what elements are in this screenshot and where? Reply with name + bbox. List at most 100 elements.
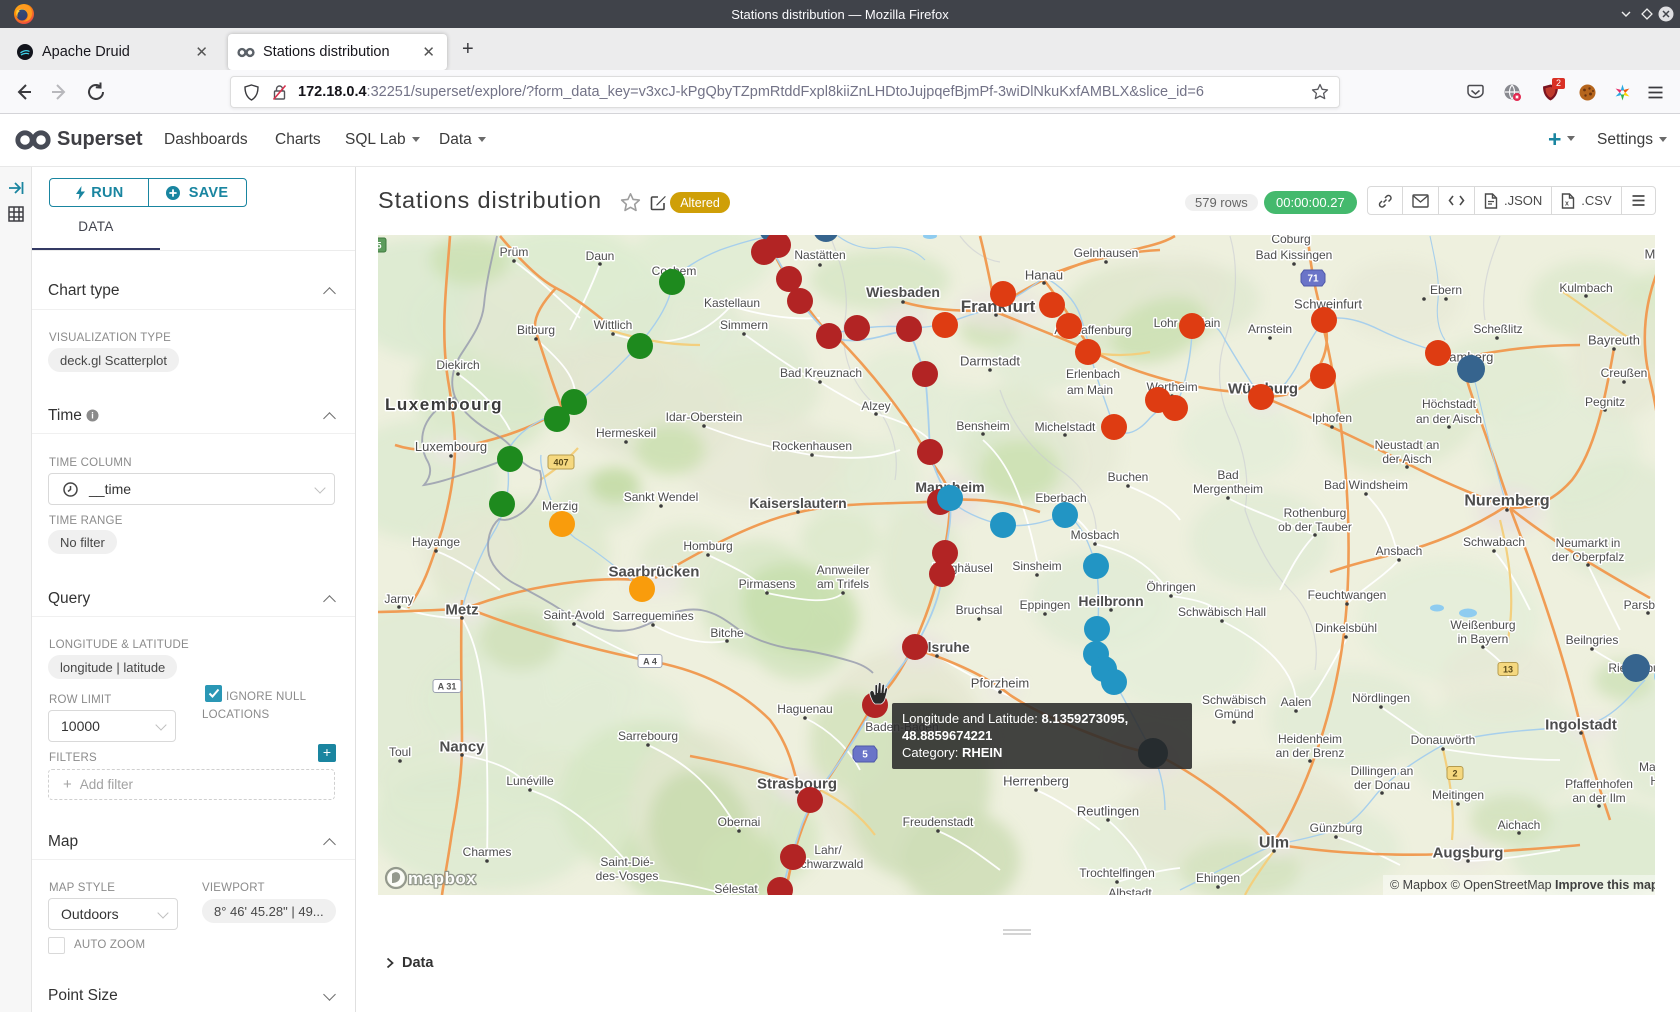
svg-text:Ulm: Ulm: [1259, 835, 1289, 852]
svg-text:Jarny: Jarny: [384, 592, 413, 606]
svg-text:Luxembourg: Luxembourg: [385, 395, 503, 414]
svg-text:Arnstein: Arnstein: [1248, 322, 1292, 336]
svg-text:Trochtelfingen: Trochtelfingen: [1079, 866, 1155, 880]
svg-text:Sélestat: Sélestat: [714, 882, 758, 895]
svg-text:Rockenhausen: Rockenhausen: [772, 439, 852, 453]
svg-text:Donauwörth: Donauwörth: [1411, 733, 1476, 747]
svg-text:an der Brenz: an der Brenz: [1276, 746, 1345, 760]
svg-text:Merzig: Merzig: [542, 499, 578, 513]
svg-text:Main: Main: [1639, 760, 1655, 774]
svg-text:Bad Kreuznach: Bad Kreuznach: [780, 366, 862, 380]
svg-text:Diekirch: Diekirch: [436, 358, 479, 372]
svg-text:Aichach: Aichach: [1498, 818, 1541, 832]
svg-text:Herrenberg: Herrenberg: [1003, 774, 1069, 789]
svg-text:407: 407: [553, 458, 568, 468]
svg-text:Bitburg: Bitburg: [517, 323, 555, 337]
svg-text:mapbox: mapbox: [408, 869, 476, 888]
svg-text:Scheßlitz: Scheßlitz: [1473, 322, 1522, 336]
svg-text:der Oberpfalz: der Oberpfalz: [1552, 550, 1625, 564]
svg-text:Rothenburg: Rothenburg: [1284, 506, 1347, 520]
svg-text:Pforzheim: Pforzheim: [971, 676, 1030, 691]
svg-text:Nördlingen: Nördlingen: [1352, 691, 1410, 705]
svg-text:Darmstadt: Darmstadt: [960, 354, 1020, 369]
svg-text:Bitche: Bitche: [710, 626, 744, 640]
svg-text:Günzburg: Günzburg: [1310, 821, 1363, 835]
svg-text:Bayreuth: Bayreuth: [1588, 333, 1640, 348]
svg-text:Idar-Oberstein: Idar-Oberstein: [666, 410, 743, 424]
svg-text:Kastellaun: Kastellaun: [704, 296, 760, 310]
svg-text:Creußen: Creußen: [1601, 366, 1648, 380]
svg-text:Ebern: Ebern: [1430, 283, 1462, 297]
svg-text:Heilbronn: Heilbronn: [1078, 593, 1143, 609]
svg-text:i: i: [91, 411, 94, 421]
svg-text:Hayange: Hayange: [412, 535, 460, 549]
svg-text:Wittlich: Wittlich: [594, 318, 633, 332]
svg-text:Coburg: Coburg: [1271, 235, 1310, 246]
svg-text:Öhringen: Öhringen: [1146, 580, 1195, 594]
svg-text:Iphofen: Iphofen: [1312, 411, 1352, 425]
svg-text:der Aisch: der Aisch: [1382, 452, 1431, 466]
svg-text:Erlenbach: Erlenbach: [1066, 367, 1120, 381]
svg-text:am Main: am Main: [1067, 383, 1113, 397]
svg-text:Dillingen an: Dillingen an: [1351, 764, 1414, 778]
svg-text:Weißenburg: Weißenburg: [1450, 618, 1515, 632]
svg-text:Nastätten: Nastätten: [794, 248, 845, 262]
svg-text:Sarreguemines: Sarreguemines: [612, 609, 693, 623]
svg-text:Nuremberg: Nuremberg: [1464, 493, 1549, 510]
svg-text:Ansbach: Ansbach: [1376, 544, 1423, 558]
svg-text:Homburg: Homburg: [683, 539, 732, 553]
svg-text:Münch: Münch: [1644, 247, 1655, 262]
svg-text:Nancy: Nancy: [439, 738, 485, 755]
svg-text:© Mapbox © OpenStreetMap Impro: © Mapbox © OpenStreetMap Improve this ma…: [1390, 878, 1655, 892]
svg-text:in Bayern: in Bayern: [1458, 632, 1509, 646]
svg-text:Luxembourg: Luxembourg: [415, 439, 487, 454]
svg-text:Pegnitz: Pegnitz: [1585, 395, 1625, 409]
svg-text:Buchen: Buchen: [1108, 470, 1149, 484]
svg-text:A 31: A 31: [438, 682, 457, 692]
svg-text:Charmes: Charmes: [463, 845, 512, 859]
svg-text:5: 5: [862, 750, 868, 761]
svg-text:Eppingen: Eppingen: [1020, 598, 1071, 612]
svg-text:Gelnhausen: Gelnhausen: [1074, 246, 1139, 260]
svg-text:13: 13: [1503, 665, 1513, 675]
svg-text:A 4: A 4: [643, 657, 657, 667]
svg-text:Feuchtwangen: Feuchtwangen: [1308, 588, 1387, 602]
svg-text:Daun: Daun: [586, 249, 615, 263]
svg-text:Schwäbisch Hall: Schwäbisch Hall: [1178, 605, 1266, 619]
svg-text:Parsberg: Parsberg: [1624, 598, 1655, 612]
svg-text:Strasbourg: Strasbourg: [757, 775, 837, 792]
svg-text:Haguenau: Haguenau: [777, 702, 832, 716]
svg-text:Gmünd: Gmünd: [1214, 707, 1253, 721]
svg-text:an der Aisch: an der Aisch: [1416, 412, 1482, 426]
svg-text:Lahr/: Lahr/: [814, 843, 842, 857]
svg-text:Höchstadt: Höchstadt: [1422, 397, 1477, 411]
svg-text:Sinsheim: Sinsheim: [1012, 559, 1061, 573]
svg-text:Kulmbach: Kulmbach: [1559, 281, 1612, 295]
svg-text:Schwäbisch: Schwäbisch: [1202, 693, 1266, 707]
svg-text:Schwabach: Schwabach: [1463, 535, 1525, 549]
svg-text:Freudenstadt: Freudenstadt: [903, 815, 974, 829]
svg-text:Meitingen: Meitingen: [1432, 788, 1484, 802]
svg-text:Neumarkt in: Neumarkt in: [1556, 536, 1621, 550]
svg-text:Sankt Wendel: Sankt Wendel: [624, 490, 699, 504]
svg-text:des-Vosges: des-Vosges: [596, 869, 659, 883]
svg-text:Bruchsal: Bruchsal: [956, 603, 1003, 617]
svg-text:Simmern: Simmern: [720, 318, 768, 332]
svg-text:Heidenheim: Heidenheim: [1278, 732, 1342, 746]
svg-text:Hermeskeil: Hermeskeil: [596, 426, 656, 440]
svg-text:2: 2: [1452, 769, 1457, 779]
svg-text:Michelstadt: Michelstadt: [1035, 420, 1096, 434]
svg-text:Alzey: Alzey: [861, 399, 890, 413]
svg-text:Wiesbaden: Wiesbaden: [866, 284, 940, 300]
svg-text:Prüm: Prüm: [500, 245, 529, 259]
svg-text:Ingolstadt: Ingolstadt: [1545, 716, 1617, 733]
svg-text:Albstadt: Albstadt: [1108, 886, 1152, 895]
svg-text:Lunéville: Lunéville: [506, 774, 554, 788]
svg-text:der Donau: der Donau: [1354, 778, 1410, 792]
svg-text:Kaiserslautern: Kaiserslautern: [749, 495, 846, 511]
svg-text:Obernai: Obernai: [718, 815, 761, 829]
svg-text:x: x: [1565, 200, 1569, 207]
svg-text:Bensheim: Bensheim: [956, 419, 1009, 433]
svg-text:71: 71: [1307, 274, 1319, 285]
svg-text:Herrenb: Herrenb: [1650, 774, 1655, 788]
